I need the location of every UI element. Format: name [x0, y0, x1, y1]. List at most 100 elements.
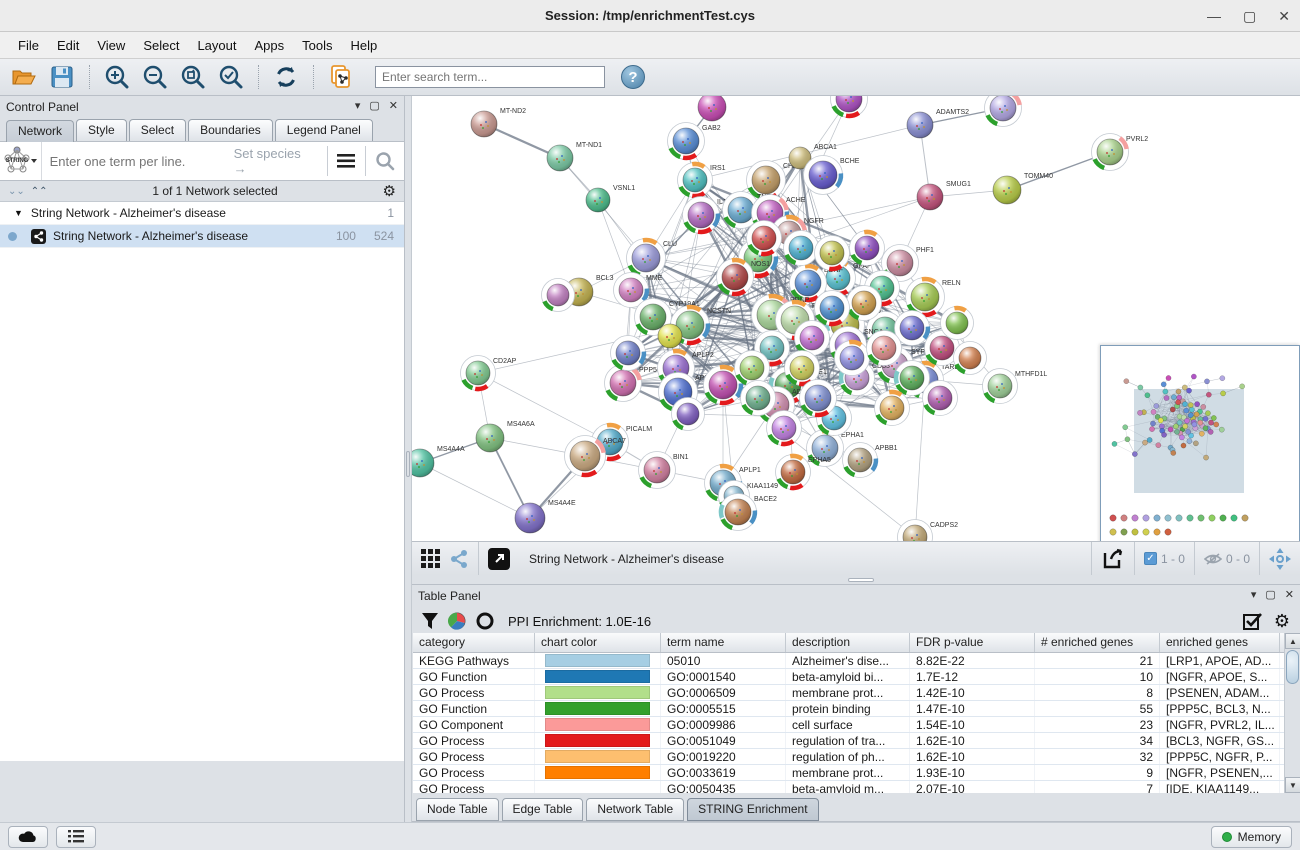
- menu-file[interactable]: File: [10, 34, 47, 57]
- cloud-tasks-button[interactable]: [8, 826, 48, 848]
- node[interactable]: [698, 96, 726, 121]
- network-canvas[interactable]: MT-ND2MT-ND1VSNL1GAB2IRS1CHATABCA1BCHEAD…: [412, 96, 1300, 541]
- node-CLU[interactable]: CLU: [627, 239, 678, 278]
- node[interactable]: [815, 236, 850, 271]
- table-row[interactable]: GO ProcessGO:0051049regulation of tra...…: [413, 733, 1284, 749]
- string-search-button[interactable]: [366, 142, 404, 180]
- help-button[interactable]: ?: [621, 65, 645, 89]
- string-term-input[interactable]: [42, 154, 234, 169]
- collection-expand-icon[interactable]: ▼: [14, 208, 23, 218]
- column-header--enriched-genes[interactable]: # enriched genes: [1035, 633, 1160, 652]
- tab-network-table[interactable]: Network Table: [586, 798, 684, 821]
- expand-all-icon[interactable]: ⌄⌄: [8, 186, 25, 197]
- search-input[interactable]: [375, 66, 605, 88]
- table-vertical-scrollbar[interactable]: ▲ ▼: [1284, 633, 1300, 793]
- node[interactable]: [672, 398, 705, 431]
- table-row[interactable]: GO ProcessGO:0050435beta-amyloid m...2.0…: [413, 781, 1284, 793]
- table-row[interactable]: GO ProcessGO:0019220regulation of ph...1…: [413, 749, 1284, 765]
- node-EPHA5[interactable]: EPHA5: [776, 455, 832, 490]
- node-BACE2[interactable]: BACE2: [720, 494, 778, 531]
- scroll-down-arrow[interactable]: ▼: [1285, 777, 1300, 793]
- panel-float-icon[interactable]: ▢: [369, 101, 379, 112]
- horizontal-splitter[interactable]: [412, 575, 1300, 584]
- panel-menu-icon[interactable]: ▾: [355, 101, 361, 112]
- splitter-handle[interactable]: [406, 451, 410, 477]
- node[interactable]: [941, 307, 974, 340]
- node-CD2AP[interactable]: CD2AP: [461, 356, 517, 391]
- panel-float-icon[interactable]: ▢: [1265, 590, 1275, 601]
- network-row[interactable]: String Network - Alzheimer's disease 100…: [0, 225, 404, 248]
- tab-select[interactable]: Select: [129, 119, 186, 141]
- node-TOMM40[interactable]: TOMM40: [993, 173, 1053, 204]
- ring-chart-button[interactable]: [476, 612, 494, 630]
- node[interactable]: [800, 380, 837, 417]
- refresh-network-button[interactable]: [270, 62, 302, 92]
- panel-close-icon[interactable]: ✕: [389, 101, 398, 112]
- node[interactable]: [735, 351, 770, 386]
- panel-menu-icon[interactable]: ▾: [1251, 590, 1257, 601]
- node-BCHE[interactable]: BCHE: [804, 156, 860, 195]
- node[interactable]: [923, 381, 958, 416]
- node[interactable]: [741, 381, 776, 416]
- menu-help[interactable]: Help: [343, 34, 386, 57]
- filter-button[interactable]: [422, 613, 438, 629]
- node[interactable]: [954, 342, 987, 375]
- node[interactable]: [784, 231, 819, 266]
- menu-view[interactable]: View: [89, 34, 133, 57]
- node[interactable]: [850, 231, 885, 266]
- tab-style[interactable]: Style: [76, 119, 127, 141]
- node-MS4A6A[interactable]: MS4A6A: [476, 421, 535, 452]
- node-APBB1[interactable]: APBB1: [843, 443, 898, 478]
- splitter-handle[interactable]: [848, 578, 874, 582]
- zoom-out-button[interactable]: [139, 62, 171, 92]
- node[interactable]: [767, 411, 802, 446]
- node[interactable]: [835, 341, 870, 376]
- string-options-button[interactable]: [328, 142, 366, 180]
- pie-chart-button[interactable]: [448, 612, 466, 630]
- tab-node-table[interactable]: Node Table: [416, 798, 499, 821]
- node-MTHFD1L[interactable]: MTHFD1L: [983, 369, 1048, 404]
- tab-edge-table[interactable]: Edge Table: [502, 798, 584, 821]
- network-collection-row[interactable]: ▼ String Network - Alzheimer's disease 1: [0, 202, 404, 225]
- zoom-in-button[interactable]: [101, 62, 133, 92]
- table-row[interactable]: GO ComponentGO:0009986cell surface1.54E-…: [413, 717, 1284, 733]
- collapse-all-icon[interactable]: ⌃⌃: [31, 186, 48, 197]
- table-row[interactable]: KEGG Pathways05010Alzheimer's dise...8.8…: [413, 653, 1284, 669]
- menu-edit[interactable]: Edit: [49, 34, 87, 57]
- node-GAB2[interactable]: GAB2: [668, 123, 721, 160]
- birdseye-view[interactable]: [1100, 345, 1300, 541]
- enrichment-table[interactable]: categorychart colorterm namedescriptionF…: [413, 633, 1284, 793]
- column-header-enriched-genes[interactable]: enriched genes: [1160, 633, 1280, 652]
- select-columns-button[interactable]: [1243, 612, 1262, 631]
- minimize-icon[interactable]: —: [1207, 9, 1221, 23]
- string-protein-query-button[interactable]: STRING: [0, 142, 42, 180]
- node[interactable]: [747, 221, 782, 256]
- panel-close-icon[interactable]: ✕: [1285, 590, 1294, 601]
- table-settings-gear-icon[interactable]: ⚙: [1274, 612, 1290, 630]
- clone-network-button[interactable]: [325, 62, 357, 92]
- table-row[interactable]: GO FunctionGO:0001540beta-amyloid bi...1…: [413, 669, 1284, 685]
- node-ADAMTS2[interactable]: ADAMTS2: [907, 109, 969, 138]
- menu-apps[interactable]: Apps: [247, 34, 293, 57]
- table-row[interactable]: GO ProcessGO:0006509membrane prot...1.42…: [413, 685, 1284, 701]
- tab-boundaries[interactable]: Boundaries: [188, 119, 273, 141]
- table-row[interactable]: GO ProcessGO:0033619membrane prot...1.93…: [413, 765, 1284, 781]
- node[interactable]: [985, 96, 1022, 127]
- node-VSNL1[interactable]: VSNL1: [586, 185, 635, 212]
- species-hint[interactable]: Set species →: [234, 146, 327, 176]
- grid-view-button[interactable]: [421, 549, 441, 569]
- maximize-icon[interactable]: ▢: [1243, 9, 1256, 23]
- node-MT-ND2[interactable]: MT-ND2: [471, 108, 526, 137]
- table-row[interactable]: GO FunctionGO:0005515protein binding1.47…: [413, 701, 1284, 717]
- birdseye-toggle-button[interactable]: [1269, 548, 1291, 570]
- memory-button[interactable]: Memory: [1211, 826, 1292, 848]
- close-icon[interactable]: ✕: [1278, 9, 1290, 23]
- node-BIN1[interactable]: BIN1: [639, 452, 689, 489]
- column-header-description[interactable]: description: [786, 633, 910, 652]
- node[interactable]: [542, 279, 575, 312]
- scroll-up-arrow[interactable]: ▲: [1285, 633, 1300, 649]
- zoom-selected-button[interactable]: [215, 62, 247, 92]
- node-PVRL2[interactable]: PVRL2: [1092, 134, 1149, 171]
- node[interactable]: [847, 286, 882, 321]
- node[interactable]: [815, 291, 850, 326]
